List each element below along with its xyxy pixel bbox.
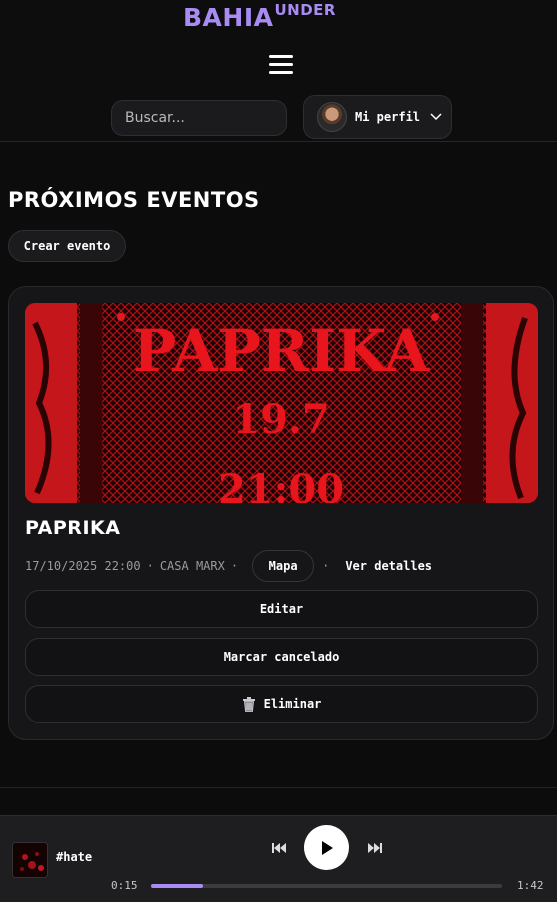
next-icon[interactable] bbox=[367, 841, 383, 855]
separator: · bbox=[230, 559, 239, 573]
play-button[interactable] bbox=[304, 825, 349, 870]
progress-fill bbox=[151, 884, 203, 888]
delete-label: Eliminar bbox=[263, 697, 322, 711]
mark-cancelled-label: Marcar cancelado bbox=[223, 650, 340, 664]
edit-label: Editar bbox=[259, 602, 304, 616]
duration-time: 1:42 bbox=[517, 879, 544, 892]
track-artwork bbox=[12, 842, 48, 878]
section-title: PRÓXIMOS EVENTOS bbox=[8, 188, 260, 212]
logo[interactable]: BAHIAUNDER bbox=[183, 1, 336, 32]
previous-icon[interactable] bbox=[271, 841, 287, 855]
event-poster[interactable]: PAPRIKA 19.7 21:00 bbox=[25, 303, 538, 503]
event-meta: 17/10/2025 22:00 · CASA MARX · Mapa · Ve… bbox=[25, 550, 432, 582]
poster-time: 21:00 bbox=[218, 466, 344, 503]
logo-main: BAHIA bbox=[183, 3, 274, 32]
poster-title: PAPRIKA bbox=[133, 317, 430, 385]
poster-date: 19.7 bbox=[232, 396, 329, 443]
delete-button[interactable]: Eliminar bbox=[25, 685, 538, 723]
progress-bar[interactable] bbox=[151, 884, 502, 888]
divider bbox=[0, 787, 557, 788]
logo-superscript: UNDER bbox=[274, 1, 336, 19]
create-event-button[interactable]: Crear evento bbox=[8, 230, 126, 262]
avatar bbox=[317, 102, 347, 132]
event-title: PAPRIKA bbox=[25, 517, 121, 539]
profile-button[interactable]: Mi perfil bbox=[303, 95, 452, 139]
separator: · bbox=[146, 559, 154, 573]
map-button[interactable]: Mapa bbox=[252, 550, 315, 582]
separator: · bbox=[322, 559, 330, 573]
top-bar: BAHIAUNDER Mi perfil bbox=[0, 0, 557, 142]
search-input[interactable] bbox=[111, 100, 287, 136]
play-icon bbox=[321, 840, 333, 855]
event-datetime: 17/10/2025 22:00 bbox=[25, 559, 141, 573]
music-player: #hate 0:15 1:42 bbox=[0, 815, 557, 902]
profile-label: Mi perfil bbox=[355, 110, 421, 124]
mark-cancelled-button[interactable]: Marcar cancelado bbox=[25, 638, 538, 676]
event-venue: CASA MARX bbox=[159, 559, 225, 573]
track-title: #hate bbox=[56, 850, 93, 864]
trash-icon bbox=[242, 696, 255, 712]
menu-icon[interactable] bbox=[269, 55, 293, 75]
details-link[interactable]: Ver detalles bbox=[345, 559, 432, 573]
edit-button[interactable]: Editar bbox=[25, 590, 538, 628]
event-card: PAPRIKA 19.7 21:00 PAPRIKA 17/10/2025 22… bbox=[8, 286, 554, 740]
elapsed-time: 0:15 bbox=[111, 879, 138, 892]
chevron-down-icon bbox=[430, 113, 442, 121]
